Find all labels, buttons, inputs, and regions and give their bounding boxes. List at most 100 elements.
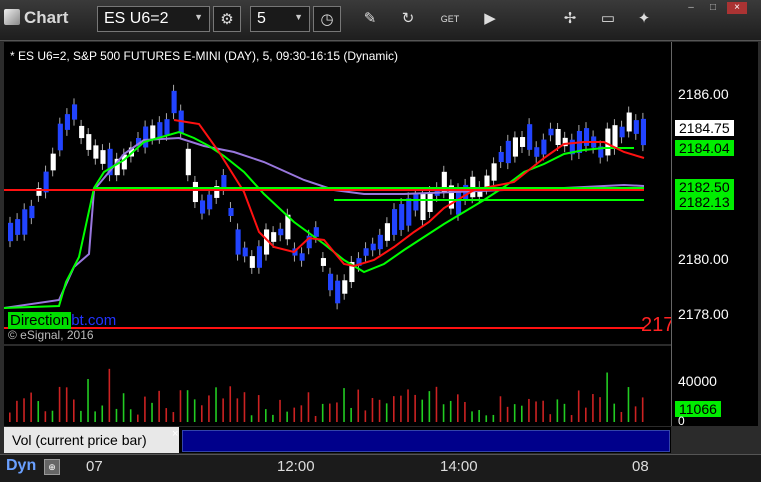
volume-bar	[193, 399, 196, 422]
volume-bar	[542, 400, 544, 422]
volume-bar	[464, 401, 466, 422]
volume-bar	[229, 386, 232, 422]
volume-bar	[51, 410, 54, 422]
get-icon[interactable]: GET	[436, 6, 464, 32]
candle-body	[555, 128, 561, 146]
volume-bar	[300, 405, 303, 422]
volume-bar	[94, 411, 96, 422]
volume-bar	[435, 386, 438, 422]
volume-bar	[257, 395, 260, 422]
volume-bar	[485, 415, 488, 422]
minimize-button[interactable]: –	[681, 2, 701, 14]
candle-body	[242, 247, 248, 257]
candle-body	[22, 209, 28, 235]
volume-bar	[449, 400, 452, 422]
volume-bar	[329, 403, 331, 422]
candle-body	[633, 120, 639, 134]
time-label-07: 07	[86, 458, 103, 475]
candle-body	[342, 280, 348, 294]
candle-body	[185, 148, 191, 176]
lock-icon[interactable]: ⊕	[44, 459, 60, 475]
volume-label: Vol (current price bar)	[4, 427, 179, 453]
volume-bar	[186, 390, 189, 422]
watermark-direction: Direction	[8, 312, 72, 329]
volume-bar	[528, 398, 530, 422]
volume-bar	[400, 395, 402, 422]
volume-bar	[535, 401, 537, 422]
candle-body	[520, 137, 526, 147]
candle-body	[640, 118, 646, 146]
maximize-button[interactable]: □	[703, 2, 723, 14]
volume-bar	[378, 399, 381, 422]
volume-panel-bar	[182, 430, 670, 452]
purple-ma-line	[3, 136, 645, 309]
close-icon[interactable]: ×	[172, 428, 178, 440]
candle-body	[50, 153, 56, 171]
volume-bar	[350, 407, 352, 422]
volume-bar	[336, 402, 338, 422]
volume-bar	[201, 405, 203, 422]
price-tick-2186: 2186.00	[678, 86, 729, 102]
candle-body	[548, 128, 554, 136]
symbol-selector[interactable]: ES U6=2 ▼	[97, 6, 210, 32]
volume-bar	[101, 405, 104, 422]
price-chart[interactable]	[3, 42, 671, 344]
twitter-icon[interactable]: ✦	[630, 6, 658, 32]
volume-bar	[87, 379, 89, 422]
watermark: Direction bt.com	[8, 312, 116, 329]
volume-bar	[585, 407, 587, 422]
candle-body	[420, 193, 426, 221]
volume-bar	[499, 396, 502, 422]
tools-icon[interactable]: ✢	[556, 6, 584, 32]
candle-body	[192, 181, 198, 203]
candle-body	[512, 137, 518, 157]
current-price-badge: 2184.75	[675, 120, 734, 136]
candle-body	[171, 90, 177, 114]
candle-body	[335, 280, 341, 304]
candle-body	[150, 125, 156, 139]
volume-bar	[314, 415, 317, 422]
volume-bar	[364, 410, 367, 422]
candle-body	[207, 194, 213, 210]
play-icon[interactable]: ▶	[476, 6, 504, 32]
volume-bar	[442, 404, 445, 422]
volume-bar	[577, 390, 580, 422]
volume-bar	[265, 409, 267, 422]
volume-bar	[9, 412, 11, 422]
candle-body	[612, 125, 618, 149]
refresh-icon[interactable]: ↻	[394, 6, 422, 32]
volume-bar	[627, 387, 630, 422]
interval-value: 5	[257, 10, 266, 27]
chevron-down-icon: ▼	[194, 12, 203, 22]
volume-bar	[393, 396, 395, 422]
close-button[interactable]: ×	[727, 2, 747, 14]
candle-body	[313, 227, 319, 237]
level-badge-1: 2182.50	[675, 179, 734, 195]
candle-body	[29, 205, 35, 219]
candle-body	[320, 258, 326, 266]
volume-bar	[414, 394, 416, 422]
price-chart-svg	[3, 84, 646, 329]
candle-body	[278, 228, 284, 236]
clock-icon[interactable]: ◷	[313, 6, 341, 32]
price-tick-2180: 2180.00	[678, 251, 729, 267]
volume-bar	[307, 392, 310, 422]
volume-bar	[151, 402, 153, 422]
volume-bar	[58, 386, 61, 422]
volume-bar	[471, 411, 473, 422]
volume-tick-0: 0	[678, 414, 685, 428]
candle-body	[72, 104, 78, 120]
candle-body	[256, 246, 262, 268]
volume-chart[interactable]	[4, 346, 671, 426]
comment-icon[interactable]: ▭	[594, 6, 622, 32]
pencil-icon[interactable]: ✎	[356, 6, 384, 32]
volume-bar	[563, 403, 566, 422]
volume-bar	[385, 403, 388, 422]
candle-body	[377, 234, 383, 250]
gear-icon[interactable]: ⚙	[213, 6, 241, 32]
candle-body	[584, 128, 590, 146]
app-title: Chart	[4, 8, 68, 28]
interval-selector[interactable]: 5 ▼	[250, 6, 310, 32]
volume-bar	[592, 394, 594, 422]
volume-bar	[272, 414, 274, 422]
